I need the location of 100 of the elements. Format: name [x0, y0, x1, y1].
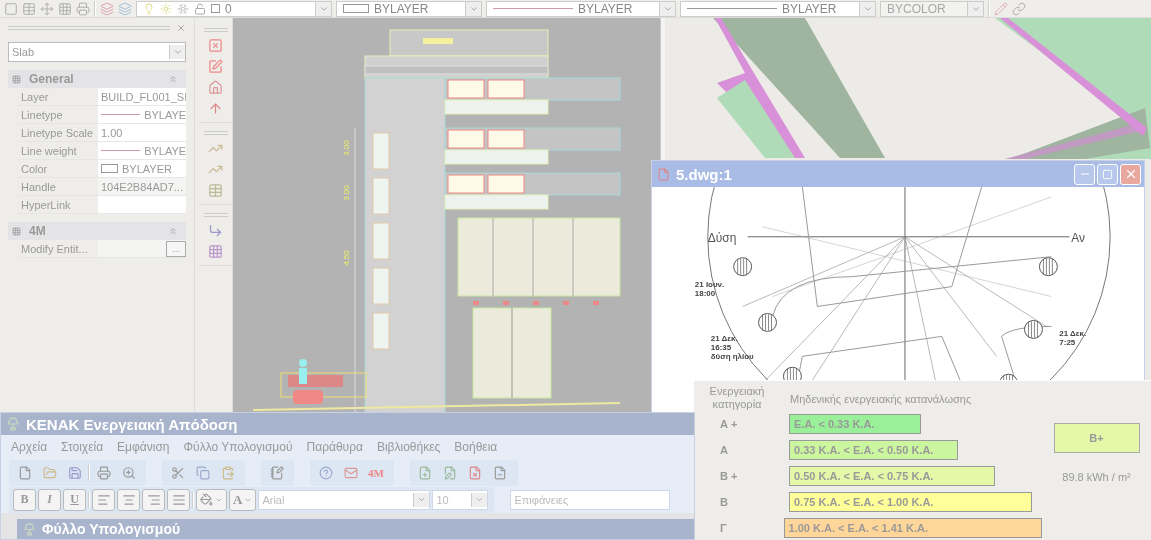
mail-icon [343, 465, 358, 480]
color-swatch [211, 4, 220, 13]
property-value[interactable]: BUILD_FL001_SI [98, 88, 187, 105]
caret-icon [417, 495, 427, 504]
align-left-button[interactable] [92, 488, 115, 511]
table-icon[interactable] [22, 1, 36, 16]
font-color-button[interactable]: A [229, 488, 257, 511]
menu-item[interactable]: Εμφάνιση [117, 440, 170, 454]
property-label: HyperLink [20, 197, 72, 213]
property-value[interactable]: 1.00 [98, 124, 187, 141]
category-header: Ενεργειακή κατηγορία [708, 385, 766, 411]
notes-icon [269, 465, 284, 480]
hatch-icon[interactable] [208, 244, 224, 259]
table-icon[interactable] [208, 183, 224, 198]
entity-type-dropdown[interactable]: Slab [8, 42, 187, 62]
dimension-label: 4.50 [342, 250, 351, 266]
grip-icon [12, 74, 21, 84]
layer-dropdown[interactable]: 0 [136, 0, 332, 17]
class-range-bar: 0.75 Κ.Α. < Ε.Α. < 1.00 Κ.Α. [789, 492, 1032, 512]
align-center-button[interactable] [117, 488, 140, 511]
dimension-label: 3.00 [342, 185, 351, 201]
delete-row-icon [468, 465, 483, 480]
help-icon [318, 465, 333, 480]
link-icon[interactable] [1012, 1, 1026, 16]
printer-icon[interactable] [76, 1, 90, 16]
property-value[interactable] [98, 196, 187, 213]
menu-item[interactable]: Φύλλο Υπολογισμού [183, 440, 293, 454]
class-range-bar: 0.33 Κ.Α. < Ε.Α. < 0.50 Κ.Α. [789, 440, 958, 460]
lineweight-dropdown[interactable]: BYLAYER [680, 0, 876, 17]
menu-item[interactable]: Βιβλιοθήκες [376, 440, 441, 454]
justify-icon [171, 492, 186, 507]
close-icon[interactable] [176, 23, 187, 33]
add-row-icon [418, 465, 433, 480]
property-label: Modify Entit... [20, 241, 89, 257]
menu-item[interactable]: Αρχεία [11, 440, 48, 454]
lamp-icon [23, 522, 36, 536]
property-label: Layer [20, 89, 50, 105]
house-icon[interactable] [208, 80, 224, 95]
class-range-bar: 0.50 Κ.Α. < Ε.Α. < 0.75 Κ.Α. [789, 466, 995, 486]
line-swatch [101, 150, 141, 151]
color-swatch [101, 164, 118, 173]
close-button[interactable] [1120, 163, 1141, 185]
lamp-icon [6, 417, 20, 431]
align-right-icon [146, 492, 161, 507]
framed-x-icon[interactable] [208, 38, 224, 53]
fill-color-button[interactable] [196, 488, 227, 511]
property-value[interactable]: BYLAYE [98, 142, 187, 159]
bold-button[interactable]: B [13, 488, 36, 511]
print-preview-icon [121, 465, 136, 480]
sun-position-label: 21 Ιουν. 18:00 [694, 279, 725, 298]
align-left-icon [96, 492, 111, 507]
section-header[interactable]: 4M [8, 222, 187, 240]
font-field[interactable]: Arial [258, 489, 431, 510]
section-title: General [29, 72, 74, 86]
property-value[interactable]: BYLAYE [98, 106, 187, 123]
copy-icon [195, 465, 210, 480]
minimize-button[interactable] [1074, 163, 1095, 185]
pencil-icon[interactable] [994, 1, 1008, 16]
grid-icon[interactable] [58, 1, 72, 16]
square-pen-icon[interactable] [208, 59, 224, 74]
move-icon[interactable] [40, 1, 54, 16]
align-right-button[interactable] [142, 488, 165, 511]
property-value: 104E2B84AD7... [98, 178, 187, 195]
energy-consumption: 89.8 kWh / m² [1062, 471, 1131, 483]
underline-button[interactable]: U [63, 488, 86, 511]
ellipsis-button[interactable]: ... [166, 240, 187, 257]
section-header[interactable]: General [8, 70, 187, 88]
collapse-icon[interactable] [168, 226, 179, 236]
dimension-label: 3.00 [342, 140, 351, 156]
property-value[interactable]: BYLAYER [98, 160, 187, 177]
property-value-text: BYLAYE [144, 144, 187, 157]
paste-icon [220, 465, 235, 480]
style-field[interactable]: Επιφάνειες [510, 489, 671, 510]
class-label: Α + [719, 418, 739, 430]
layers-icon[interactable] [100, 1, 114, 16]
print-icon [96, 465, 111, 480]
justify-button[interactable] [167, 488, 190, 511]
menu-item[interactable]: Παράθυρα [306, 440, 363, 454]
collapse-icon[interactable] [168, 74, 179, 84]
window-title: 5.dwg:1 [676, 165, 732, 183]
italic-button[interactable]: I [38, 488, 61, 511]
category-description: Μηδενικής ενεργειακής κατανάλωσης [790, 392, 972, 405]
caret-icon [475, 495, 485, 504]
property-value-text: BYLAYER [122, 162, 172, 175]
property-label: Linetype [20, 107, 64, 123]
linetype-dropdown[interactable]: BYLAYER [486, 0, 676, 17]
layer-states-icon[interactable] [118, 1, 132, 16]
maximize-button[interactable] [1097, 163, 1118, 185]
rectangle-icon[interactable] [4, 1, 18, 16]
corner-icon[interactable] [208, 223, 224, 238]
color-dropdown[interactable]: BYLAYER [336, 0, 482, 17]
sun-position-label: 21 Δεκ. 16:35 δύση ηλίου [710, 334, 754, 362]
font-size-field[interactable]: 10 [432, 489, 489, 510]
menu-item[interactable]: Βοήθεια [454, 440, 498, 454]
menu-item[interactable]: Στοιχεία [61, 440, 104, 454]
class-label: Α [719, 444, 729, 456]
grip-icon [12, 226, 21, 236]
class-range-bar: 1.00 Κ.Α. < Ε.Α. < 1.41 Κ.Α. [783, 518, 1042, 538]
remove-row-icon [493, 465, 508, 480]
document-icon [657, 167, 670, 181]
